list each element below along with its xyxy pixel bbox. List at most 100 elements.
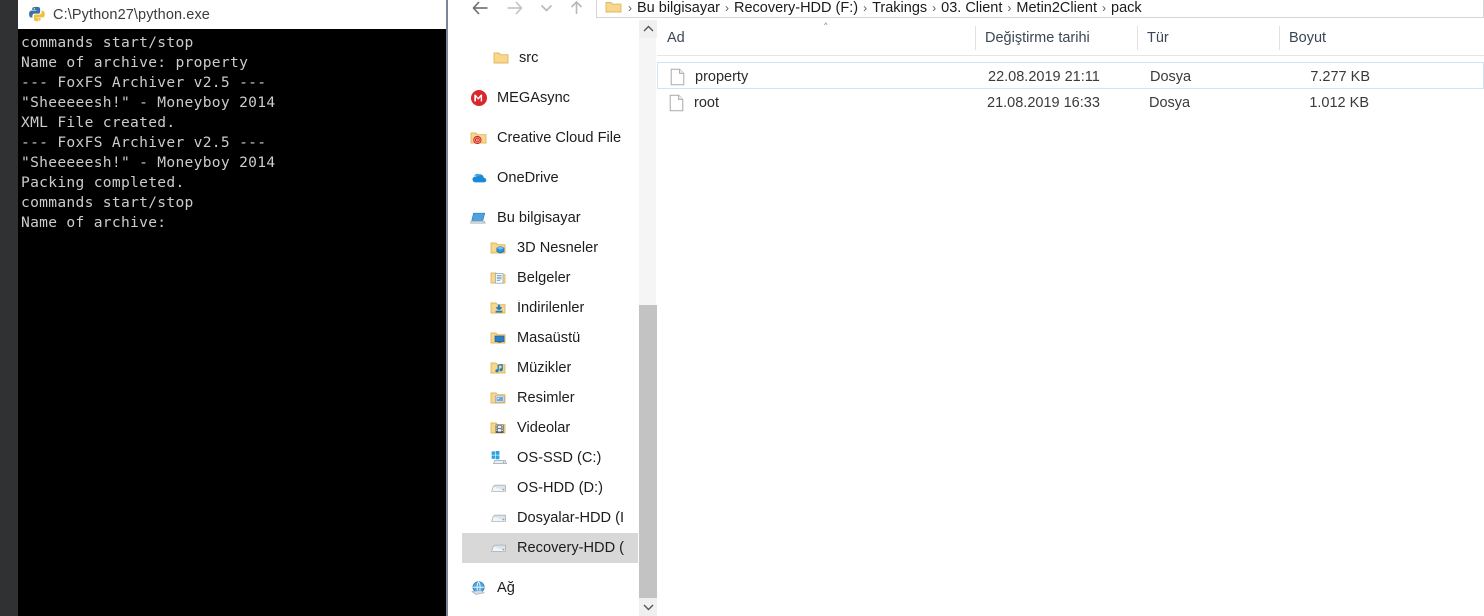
console-title-bar[interactable]: C:\Python27\python.exe bbox=[18, 0, 446, 29]
column-header[interactable]: Boyut bbox=[1279, 20, 1326, 56]
3d-objects-icon bbox=[490, 239, 508, 257]
sidebar-item[interactable]: Bu bilgisayar bbox=[462, 203, 638, 233]
sidebar-item[interactable]: Belgeler bbox=[462, 263, 638, 293]
column-divider[interactable] bbox=[975, 26, 976, 50]
file-name-cell[interactable]: property bbox=[670, 63, 748, 90]
screen: C:\Python27\python.exe commands start/st… bbox=[0, 0, 1484, 616]
sidebar-item[interactable]: Ağ bbox=[462, 573, 638, 603]
console-line: XML File created. bbox=[21, 114, 176, 131]
sort-ascending-icon: ˄ bbox=[823, 21, 829, 34]
arrow-right-icon bbox=[507, 1, 523, 15]
forward-button[interactable] bbox=[500, 0, 528, 16]
sidebar-item[interactable]: src bbox=[462, 43, 638, 73]
file-date-cell: 21.08.2019 16:33 bbox=[987, 94, 1100, 111]
navigation-pane-scrollbar[interactable] bbox=[638, 20, 657, 616]
column-header[interactable]: Değiştirme tarihi bbox=[975, 20, 1090, 56]
sidebar-item[interactable]: Videolar bbox=[462, 413, 638, 443]
sidebar-item-label: Recovery-HDD ( bbox=[517, 540, 625, 556]
breadcrumb-separator: › bbox=[932, 1, 937, 15]
drive-icon bbox=[490, 539, 508, 557]
folder-icon bbox=[492, 49, 510, 67]
file-name-cell[interactable]: root bbox=[669, 89, 719, 116]
file-list-view[interactable]: ˄ Ad Değiştirme tarihi Tür Boyut property 22… bbox=[657, 20, 1484, 616]
sidebar-item-label: Creative Cloud File bbox=[497, 130, 622, 146]
sidebar-item-label: Masaüstü bbox=[517, 330, 581, 346]
chevron-down-icon bbox=[643, 604, 653, 611]
chevron-down-icon bbox=[540, 4, 552, 12]
sidebar-item-label: OneDrive bbox=[497, 170, 559, 186]
windows-drive-icon bbox=[490, 449, 508, 467]
this-pc-icon bbox=[470, 209, 488, 227]
sidebar-item-label: MEGAsync bbox=[497, 90, 570, 106]
sidebar-item[interactable]: 3D Nesneler bbox=[462, 233, 638, 263]
breadcrumb[interactable]: › Bu bilgisayar › Recovery-HDD (F:) › Traking… bbox=[626, 0, 1145, 16]
sidebar-item[interactable]: Resimler bbox=[462, 383, 638, 413]
file-date-cell: 22.08.2019 21:11 bbox=[988, 68, 1100, 85]
sidebar-item-label: Ağ bbox=[497, 580, 515, 596]
console-line: --- FoxFS Archiver v2.5 --- bbox=[21, 74, 267, 91]
sidebar-item-label: 3D Nesneler bbox=[517, 240, 599, 256]
console-line: commands start/stop bbox=[21, 194, 194, 211]
console-line: "Sheeeeesh!" - Moneyboy 2014 bbox=[21, 154, 276, 171]
sidebar-item[interactable]: Müzikler bbox=[462, 353, 638, 383]
scroll-up-button[interactable] bbox=[639, 20, 657, 38]
videos-icon bbox=[490, 419, 508, 437]
column-header[interactable]: Ad bbox=[657, 20, 685, 56]
column-header-row[interactable]: ˄ Ad Değiştirme tarihi Tür Boyut bbox=[657, 20, 1484, 56]
sidebar-item-label: OS-SSD (C:) bbox=[517, 450, 602, 466]
sidebar-item[interactable]: Dosyalar-HDD (I bbox=[462, 503, 638, 533]
back-button[interactable] bbox=[466, 0, 494, 16]
column-header[interactable]: Tür bbox=[1137, 20, 1169, 56]
console-line: "Sheeeeesh!" - Moneyboy 2014 bbox=[21, 94, 276, 111]
network-icon bbox=[470, 579, 488, 597]
music-icon bbox=[490, 359, 508, 377]
python-console-window[interactable]: C:\Python27\python.exe commands start/st… bbox=[18, 0, 448, 616]
table-row[interactable]: property 22.08.2019 21:11 Dosya 7.277 KB bbox=[657, 62, 1484, 89]
file-explorer-window[interactable]: › Bu bilgisayar › Recovery-HDD (F:) › Traking… bbox=[462, 0, 1484, 616]
file-icon bbox=[670, 68, 685, 86]
console-line: Packing completed. bbox=[21, 174, 185, 191]
column-divider[interactable] bbox=[1137, 26, 1138, 50]
up-button[interactable] bbox=[562, 0, 590, 16]
sidebar-item[interactable]: OneDrive bbox=[462, 163, 638, 193]
table-row[interactable]: root 21.08.2019 16:33 Dosya 1.012 KB bbox=[657, 89, 1484, 116]
breadcrumb-item[interactable]: Bu bilgisayar bbox=[634, 0, 723, 16]
megasync-icon bbox=[470, 89, 488, 107]
breadcrumb-item[interactable]: Metin2Client bbox=[1013, 0, 1100, 16]
file-type-cell: Dosya bbox=[1150, 68, 1192, 85]
sidebar-item[interactable]: Masaüstü bbox=[462, 323, 638, 353]
breadcrumb-separator: › bbox=[725, 1, 730, 15]
recent-locations-button[interactable] bbox=[532, 0, 560, 16]
sidebar-item[interactable]: Recovery-HDD ( bbox=[462, 533, 638, 563]
drive-icon bbox=[490, 479, 508, 497]
breadcrumb-item[interactable]: 03. Client bbox=[938, 0, 1005, 16]
address-bar[interactable]: › Bu bilgisayar › Recovery-HDD (F:) › Traking… bbox=[596, 0, 1484, 18]
sidebar-item[interactable]: OS-SSD (C:) bbox=[462, 443, 638, 473]
chevron-up-icon bbox=[643, 25, 653, 32]
breadcrumb-separator: › bbox=[863, 1, 868, 15]
sidebar-item[interactable]: OS-HDD (D:) bbox=[462, 473, 638, 503]
scrollbar-thumb[interactable] bbox=[639, 305, 657, 598]
navigation-pane[interactable]: src MEGAsync Creative Cloud File OneDrive Bu… bbox=[462, 20, 638, 616]
sidebar-item-label: Videolar bbox=[517, 420, 571, 436]
file-size-cell: 1.012 KB bbox=[1309, 94, 1369, 111]
sidebar-item[interactable]: MEGAsync bbox=[462, 83, 638, 113]
file-name-text: root bbox=[694, 94, 719, 111]
column-divider[interactable] bbox=[1279, 26, 1280, 50]
sidebar-item[interactable]: İndirilenler bbox=[462, 293, 638, 323]
console-line: --- FoxFS Archiver v2.5 --- bbox=[21, 134, 267, 151]
breadcrumb-separator: › bbox=[1007, 1, 1012, 15]
sidebar-item-label: src bbox=[519, 50, 539, 66]
scroll-down-button[interactable] bbox=[639, 598, 657, 616]
breadcrumb-item[interactable]: pack bbox=[1108, 0, 1145, 16]
sidebar-item-label: Belgeler bbox=[517, 270, 571, 286]
python-icon bbox=[28, 6, 45, 23]
sidebar-item[interactable]: Creative Cloud File bbox=[462, 123, 638, 153]
sidebar-item-label: Bu bilgisayar bbox=[497, 210, 581, 226]
console-output[interactable]: commands start/stop Name of archive: prop… bbox=[18, 29, 446, 616]
pictures-icon bbox=[490, 389, 508, 407]
sidebar-item-label: İndirilenler bbox=[517, 300, 585, 316]
breadcrumb-item[interactable]: Trakings bbox=[869, 0, 930, 16]
breadcrumb-item[interactable]: Recovery-HDD (F:) bbox=[731, 0, 861, 16]
desktop-edge-strip bbox=[0, 0, 18, 616]
